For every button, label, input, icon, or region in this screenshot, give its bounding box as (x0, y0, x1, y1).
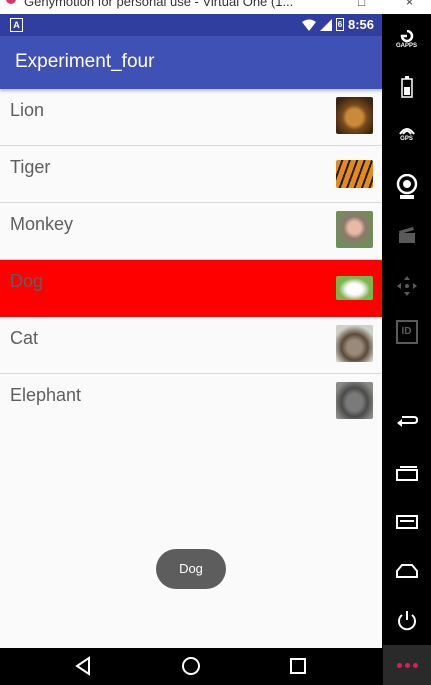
sidebar-menu-button[interactable] (382, 515, 431, 529)
device-screen: A 6 8:56 Experiment_four Lion Tiger Monk… (0, 14, 382, 685)
media-button[interactable] (382, 226, 431, 244)
more-button[interactable] (383, 645, 431, 685)
battery-icon: 6 (335, 18, 344, 31)
power-button[interactable] (382, 610, 431, 632)
close-icon[interactable]: × (406, 0, 413, 9)
dog-thumbnail (336, 276, 373, 300)
monkey-thumbnail (336, 211, 373, 248)
emulator-sidebar: GAPPS GPS ID (382, 14, 431, 685)
list-item-label: Lion (10, 100, 45, 120)
genymotion-logo-icon (6, 0, 16, 4)
camera-icon (396, 174, 417, 199)
gps-icon (398, 128, 415, 135)
camera-button[interactable] (382, 174, 431, 200)
sidebar-recents-button[interactable] (382, 465, 431, 481)
list-item-label: Cat (10, 328, 39, 348)
dpad-icon (396, 276, 417, 296)
list-item-label: Dog (10, 271, 44, 291)
watermark-text: free for personal use (0, 674, 192, 685)
list-item-lion[interactable]: Lion (0, 89, 382, 146)
app-bar: Experiment_four (0, 36, 382, 89)
list-item-dog[interactable]: Dog (0, 260, 382, 317)
app-title: Experiment_four (15, 51, 155, 72)
gps-label: GPS (400, 136, 413, 142)
recents-icon[interactable] (286, 654, 310, 678)
battery-button[interactable] (382, 76, 431, 98)
dpad-button[interactable] (382, 276, 431, 296)
lion-thumbnail (336, 97, 373, 134)
maximize-icon[interactable]: □ (358, 0, 365, 9)
more-icon (404, 662, 410, 668)
notification-icon: A (10, 18, 23, 32)
gapps-icon (400, 30, 413, 42)
toast-message: Dog (156, 549, 226, 589)
gapps-label: GAPPS (395, 43, 417, 49)
back-icon (396, 416, 418, 427)
battery-icon (400, 76, 413, 98)
window-title: Genymotion for personal use - Virtual On… (24, 0, 294, 9)
list-item-elephant[interactable]: Elephant (0, 374, 382, 430)
status-bar: A 6 8:56 (0, 14, 382, 36)
recents-icon (395, 466, 418, 481)
list-item-monkey[interactable]: Monkey (0, 203, 382, 260)
home-icon (395, 564, 418, 578)
clapperboard-icon (398, 227, 415, 243)
sidebar-back-button[interactable] (382, 416, 431, 430)
window-title-bar: Genymotion for personal use - Virtual On… (0, 0, 431, 14)
tiger-thumbnail (336, 160, 373, 188)
list-item-cat[interactable]: Cat (0, 317, 382, 374)
wifi-icon (301, 19, 316, 31)
list-item-tiger[interactable]: Tiger (0, 146, 382, 203)
sidebar-home-button[interactable] (382, 564, 431, 578)
gapps-button[interactable]: GAPPS (382, 30, 431, 49)
status-time: 8:56 (347, 17, 374, 32)
list-item-label: Monkey (10, 214, 74, 234)
id-button[interactable]: ID (382, 320, 431, 344)
more-icon (412, 662, 418, 668)
signal-icon (319, 18, 332, 31)
list-item-label: Elephant (10, 385, 82, 405)
id-icon: ID (395, 320, 418, 344)
animal-list: Lion Tiger Monkey Dog Cat Elephant (0, 89, 382, 430)
more-icon (396, 662, 402, 668)
cat-thumbnail (336, 325, 373, 362)
list-item-label: Tiger (10, 157, 51, 177)
gps-button[interactable]: GPS (382, 126, 431, 142)
menu-icon (395, 515, 418, 529)
elephant-thumbnail (336, 382, 373, 419)
power-icon (397, 611, 416, 631)
